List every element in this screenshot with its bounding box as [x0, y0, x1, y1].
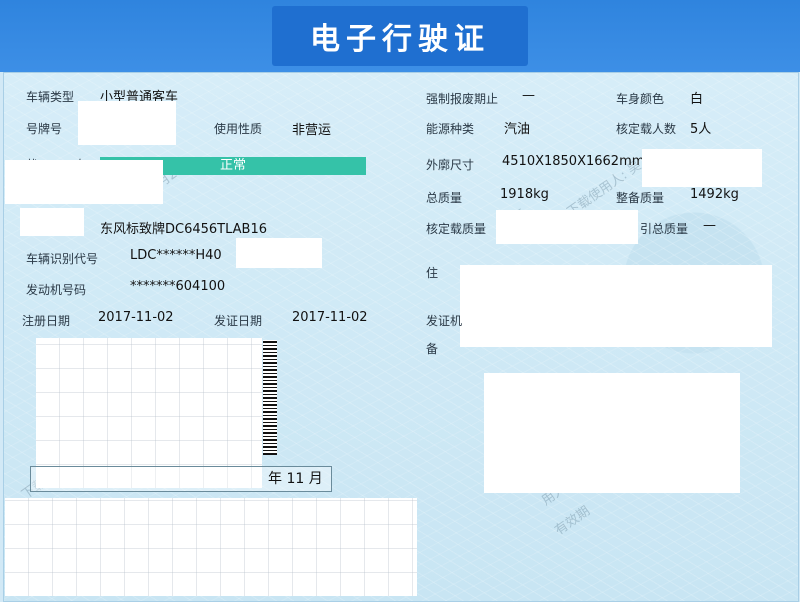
remarks-label: 备 — [426, 342, 439, 356]
redacted-block — [5, 498, 417, 596]
scrap-date-value: — — [522, 88, 535, 103]
plate-label: 号牌号 — [26, 122, 63, 136]
header: 电子行驶证 — [0, 0, 800, 72]
redacted-block — [460, 265, 772, 347]
rated-load-label: 核定载质量 — [426, 222, 487, 236]
inspection-date-partial: 年 11 月 — [268, 471, 323, 487]
vin-label: 车辆识别代号 — [26, 252, 99, 266]
body-color-value: 白 — [690, 92, 704, 107]
issue-date-value: 2017-11-02 — [292, 310, 368, 325]
engine-value: *******604100 — [130, 279, 226, 294]
barcode-strip — [263, 340, 277, 455]
usage-label: 使用性质 — [214, 122, 263, 136]
tow-mass-label: 引总质量 — [640, 222, 689, 236]
redacted-block — [5, 160, 163, 204]
address-label: 住 — [426, 266, 439, 280]
redacted-block — [484, 373, 740, 493]
issue-date-label: 发证日期 — [214, 314, 263, 328]
curb-mass-value: 1492kg — [690, 187, 739, 202]
reg-date-value: 2017-11-02 — [98, 310, 174, 325]
fuel-type-label: 能源种类 — [426, 122, 475, 136]
vin-value: LDC******H40 — [130, 248, 222, 263]
redacted-block — [78, 101, 176, 145]
dimensions-value: 4510X1850X1662mm — [502, 154, 645, 169]
vehicle-type-label: 车辆类型 — [26, 90, 75, 104]
issuer-label: 发证机 — [426, 314, 463, 328]
gross-mass-value: 1918kg — [500, 187, 549, 202]
scrap-date-label: 强制报废期止 — [426, 92, 499, 106]
tow-mass-value: — — [703, 218, 716, 233]
seats-label: 核定载人数 — [616, 122, 677, 136]
seats-value: 5人 — [690, 122, 712, 137]
fuel-type-value: 汽油 — [504, 122, 531, 137]
engine-label: 发动机号码 — [26, 283, 87, 297]
brand-model-value: 东风标致牌DC6456TLAB16 — [100, 222, 268, 237]
gross-mass-label: 总质量 — [426, 191, 463, 205]
reg-date-label: 注册日期 — [22, 314, 71, 328]
redacted-block — [496, 210, 638, 244]
dimensions-label: 外廓尺寸 — [426, 158, 475, 172]
body-color-label: 车身颜色 — [616, 92, 665, 106]
page-title: 电子行驶证 — [310, 22, 490, 57]
redacted-block — [236, 238, 322, 268]
redacted-block — [642, 149, 762, 187]
usage-value: 非营运 — [292, 123, 332, 138]
curb-mass-label: 整备质量 — [616, 191, 665, 205]
redacted-block — [20, 208, 84, 236]
